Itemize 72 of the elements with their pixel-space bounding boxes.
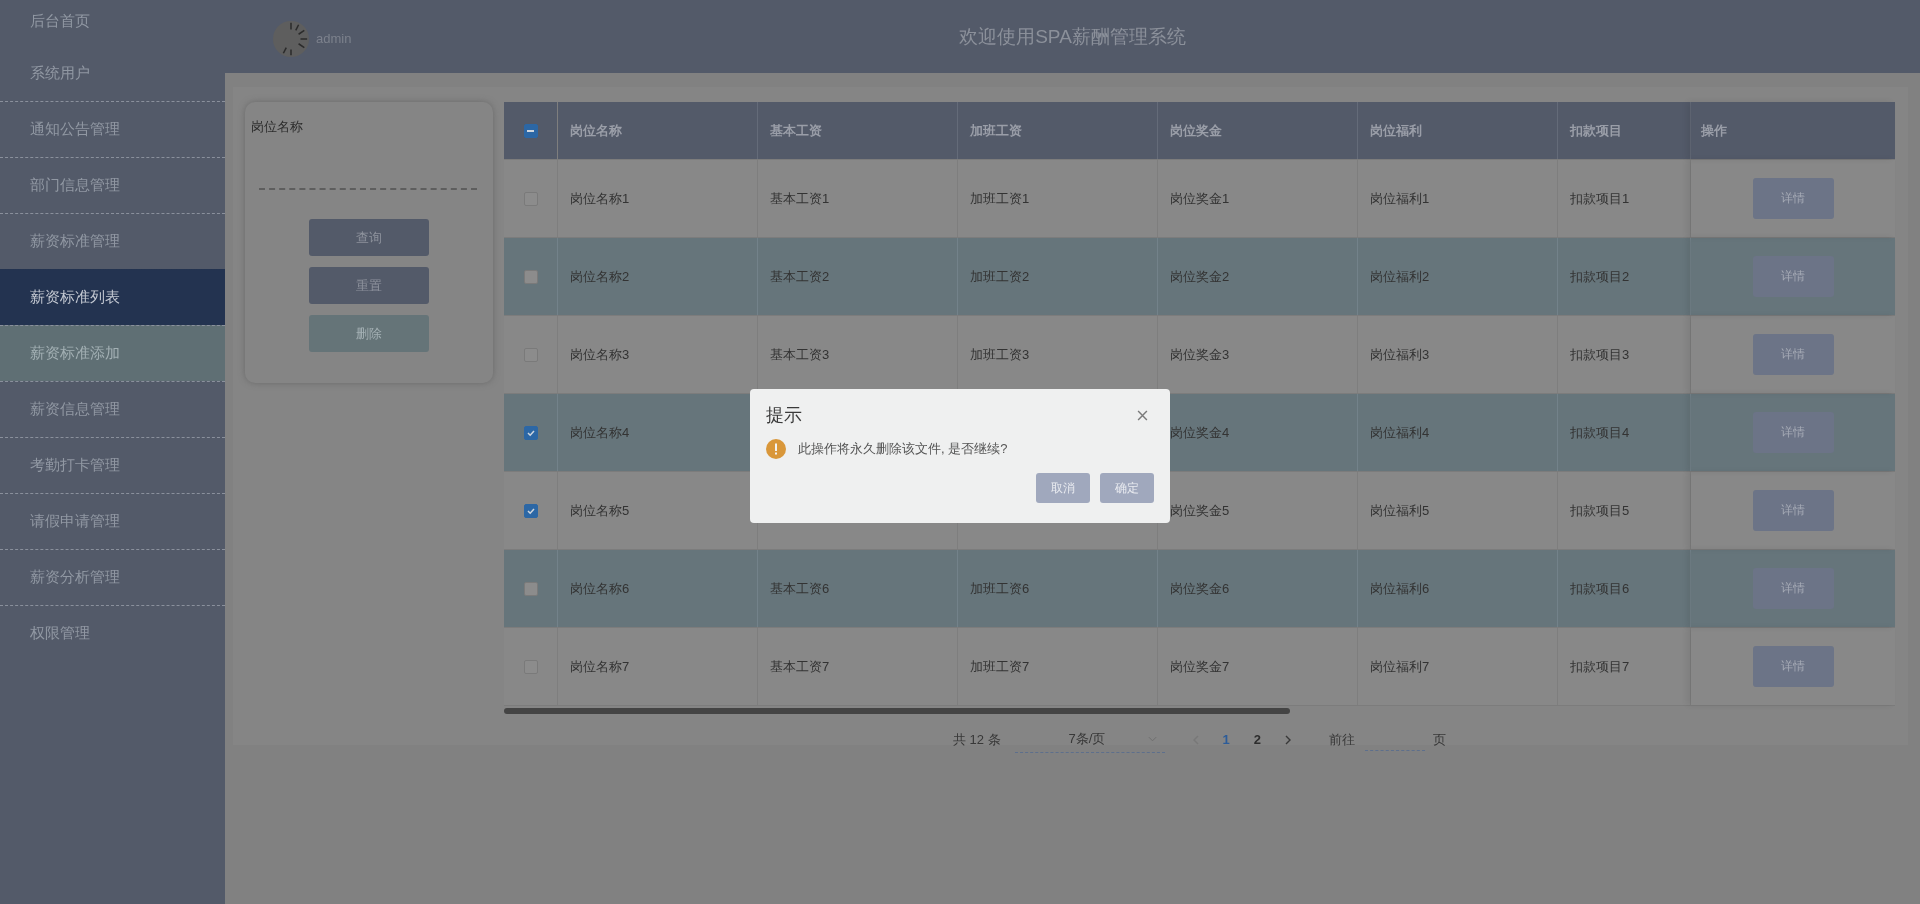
- total-count: 共 12 条: [952, 730, 1001, 749]
- dialog-button[interactable]: 确定: [1100, 473, 1154, 503]
- search-button[interactable]: 查询: [309, 219, 429, 256]
- table-cell: 岗位名称6: [558, 550, 758, 627]
- search-button[interactable]: 删除: [309, 315, 429, 352]
- table-cell: 基本工资7: [758, 628, 958, 705]
- sidebar-item[interactable]: 考勤打卡管理: [0, 437, 225, 493]
- sidebar-item[interactable]: 薪资分析管理: [0, 549, 225, 605]
- table-cell: 岗位福利3: [1358, 316, 1558, 393]
- table-cell: 岗位奖金7: [1158, 628, 1358, 705]
- table-header-cell: 岗位奖金: [1158, 102, 1358, 159]
- avatar-icon[interactable]: [272, 19, 310, 58]
- sidebar-item[interactable]: 系统用户: [0, 45, 225, 101]
- table-cell: 岗位名称7: [558, 628, 758, 705]
- table-header-cell: 岗位名称: [558, 102, 758, 159]
- sidebar-item[interactable]: 薪资标准列表: [0, 269, 225, 325]
- table-cell: 扣款项目1: [1558, 160, 1691, 237]
- table-cell: 扣款项目3: [1558, 316, 1691, 393]
- table-cell: 加班工资2: [958, 238, 1158, 315]
- row-checkbox[interactable]: [523, 269, 538, 284]
- table-header-cell: 操作: [1691, 102, 1895, 159]
- row-checkbox[interactable]: [523, 581, 538, 596]
- sidebar-item[interactable]: 薪资信息管理: [0, 381, 225, 437]
- close-icon[interactable]: [1137, 409, 1148, 421]
- page-number[interactable]: 1: [1222, 732, 1230, 747]
- table-cell: 基本工资1: [758, 160, 958, 237]
- dialog-message: 此操作将永久删除该文件, 是否继续?: [798, 440, 1008, 458]
- table-cell: 岗位奖金6: [1158, 550, 1358, 627]
- table-cell: 扣款项目6: [1558, 550, 1691, 627]
- table-cell: 扣款项目4: [1558, 394, 1691, 471]
- next-page-icon[interactable]: [1285, 734, 1292, 745]
- table-cell: 加班工资7: [958, 628, 1158, 705]
- table-cell: 岗位奖金2: [1158, 238, 1358, 315]
- table-cell: 岗位名称2: [558, 238, 758, 315]
- sidebar-item[interactable]: 请假申请管理: [0, 493, 225, 549]
- row-checkbox[interactable]: [523, 425, 538, 440]
- table-cell: 扣款项目7: [1558, 628, 1691, 705]
- table-cell: 加班工资6: [958, 550, 1158, 627]
- table-cell: 扣款项目2: [1558, 238, 1691, 315]
- sidebar-item[interactable]: 通知公告管理: [0, 101, 225, 157]
- table-header-cell: 扣款项目: [1558, 102, 1691, 159]
- table-cell: 加班工资1: [958, 160, 1158, 237]
- goto-label: 前往: [1329, 730, 1356, 749]
- warning-icon: [766, 439, 786, 459]
- table-cell: 岗位福利1: [1358, 160, 1558, 237]
- page-number[interactable]: 2: [1253, 732, 1262, 747]
- table-cell: 岗位奖金1: [1158, 160, 1358, 237]
- table-header-cell: 基本工资: [758, 102, 958, 159]
- field-label: 岗位名称: [251, 118, 304, 136]
- sidebar-item[interactable]: 部门信息管理: [0, 157, 225, 213]
- table-header-cell: 岗位福利: [1358, 102, 1558, 159]
- scrollbar-thumb[interactable]: [504, 708, 1290, 714]
- sidebar-item[interactable]: 薪资标准添加: [0, 325, 225, 381]
- page-suffix: 页: [1433, 730, 1447, 749]
- table-cell: 岗位福利2: [1358, 238, 1558, 315]
- table-cell: 岗位福利4: [1358, 394, 1558, 471]
- table-cell: 岗位福利6: [1358, 550, 1558, 627]
- table-cell: 基本工资2: [758, 238, 958, 315]
- sidebar-item[interactable]: 权限管理: [0, 605, 225, 661]
- row-checkbox[interactable]: [523, 503, 538, 518]
- table-cell: 岗位福利5: [1358, 472, 1558, 549]
- select-all-checkbox[interactable]: [523, 123, 538, 138]
- table-cell: 基本工资6: [758, 550, 958, 627]
- sidebar-item[interactable]: 后台首页: [0, 0, 225, 45]
- page-size-select[interactable]: 7条/页: [1014, 726, 1165, 753]
- table-cell: 岗位福利7: [1358, 628, 1558, 705]
- table-cell: 扣款项目5: [1558, 472, 1691, 549]
- dialog-button[interactable]: 取消: [1036, 473, 1090, 503]
- dialog-title: 提示: [766, 404, 802, 427]
- app-title: 欢迎使用SPA薪酬管理系统: [959, 24, 1186, 49]
- table-cell: 岗位名称1: [558, 160, 758, 237]
- table-header-cell: 加班工资: [958, 102, 1158, 159]
